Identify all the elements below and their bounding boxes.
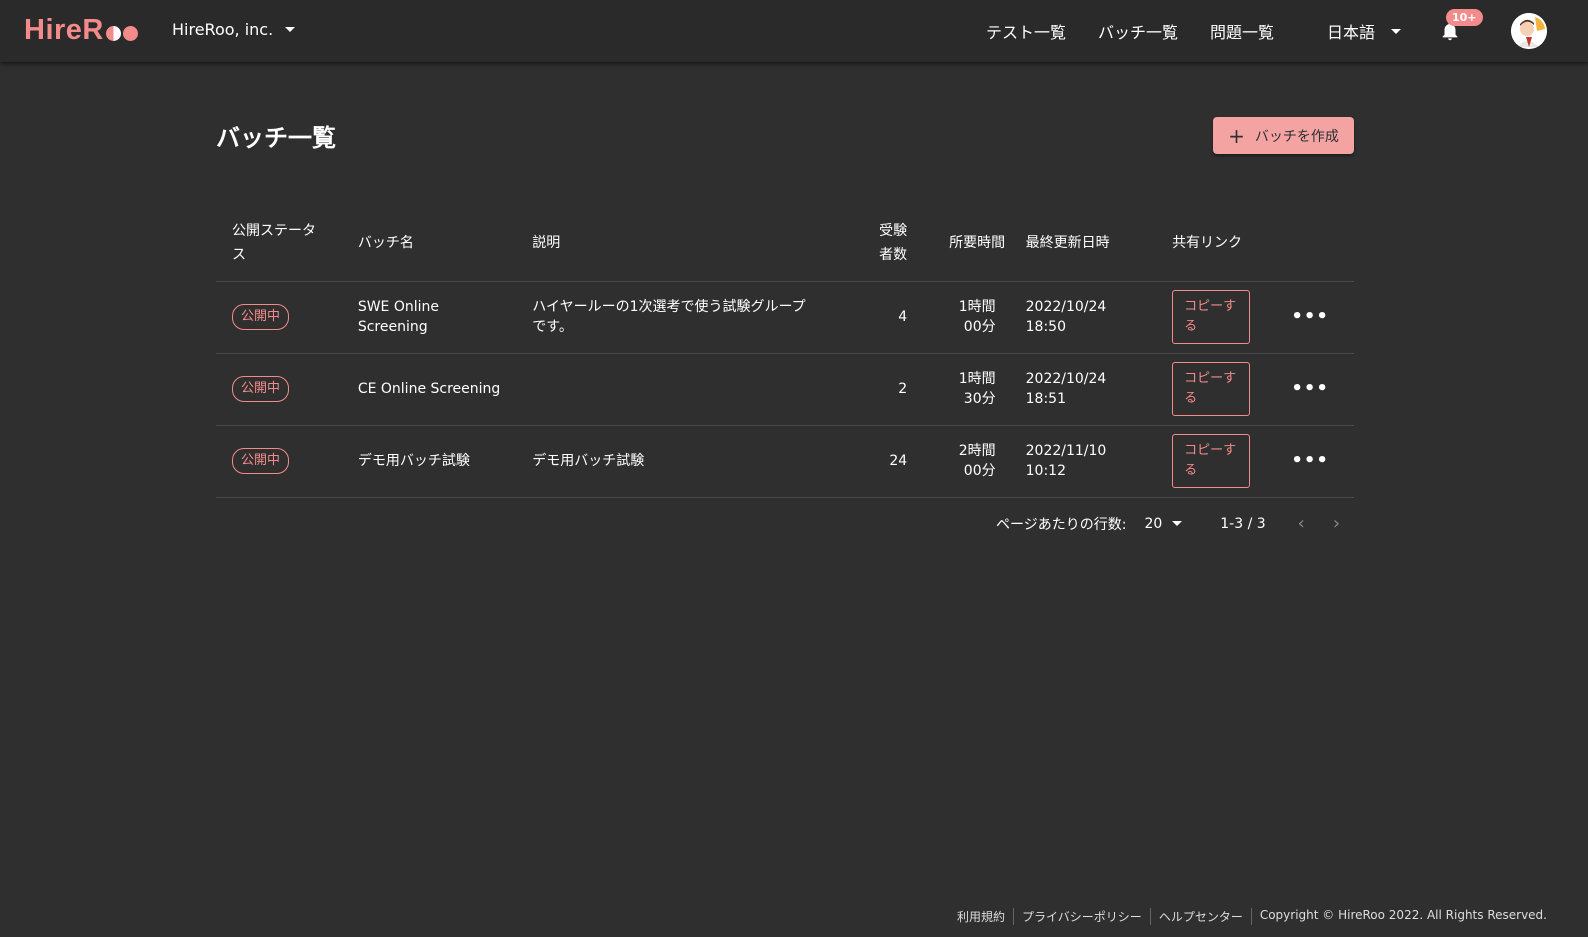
more-options-icon[interactable]: ••• (1266, 353, 1354, 426)
copy-link-button[interactable]: コピーする (1172, 362, 1251, 416)
chevron-down-icon (1391, 28, 1402, 34)
candidate-count: 4 (821, 281, 924, 354)
app-bar: HireR HireRoo, inc. テスト一覧 バッチ一覧 問題一覧 日本語… (0, 0, 1588, 62)
column-header-duration[interactable]: 所要時間 (923, 206, 1010, 282)
table-row[interactable]: 公開中 CE Online Screening 2 1時間 30分 2022/1… (216, 353, 1354, 426)
updated-at: 2022/10/24 18:50 (1009, 281, 1153, 354)
chevron-down-icon (1172, 521, 1183, 526)
chevron-left-icon[interactable]: ‹ (1298, 513, 1305, 534)
duration: 2時間 00分 (923, 425, 1010, 498)
create-batch-button[interactable]: + バッチを作成 (1213, 117, 1354, 154)
nav-tests[interactable]: テスト一覧 (986, 19, 1066, 43)
status-badge: 公開中 (232, 304, 290, 330)
create-batch-label: バッチを作成 (1254, 128, 1339, 145)
batch-name[interactable]: SWE Online Screening (341, 281, 517, 354)
column-header-name[interactable]: バッチ名 (341, 206, 517, 282)
logo[interactable]: HireR (24, 14, 138, 47)
nav-batches[interactable]: バッチ一覧 (1098, 19, 1178, 43)
batch-description (516, 353, 822, 426)
avatar-illustration-icon (1511, 13, 1547, 49)
column-header-description: 説明 (516, 206, 822, 282)
language-label: 日本語 (1327, 23, 1376, 42)
copyright: Copyright © HireRoo 2022. All Rights Res… (1250, 908, 1555, 925)
terms-link[interactable]: 利用規約 (949, 908, 1013, 925)
pagination: ページあたりの行数: 20 1-3 / 3 ‹ › (996, 513, 1340, 534)
batch-table: 公開ステータス バッチ名 説明 受験者数 所要時間 最終更新日時 共有リンク 公… (216, 206, 1354, 498)
batch-description: ハイヤールーの1次選考で使う試験グループです。 (516, 281, 822, 354)
chevron-down-icon (285, 27, 296, 32)
batch-description: デモ用バッチ試験 (516, 425, 822, 498)
table-row[interactable]: 公開中 SWE Online Screening ハイヤールーの1次選考で使う試… (216, 281, 1354, 354)
avatar[interactable] (1511, 13, 1547, 49)
more-options-icon[interactable]: ••• (1266, 425, 1354, 498)
org-name: HireRoo, inc. (172, 20, 274, 39)
column-header-status[interactable]: 公開ステータス (216, 206, 342, 282)
candidate-count: 2 (821, 353, 924, 426)
updated-at: 2022/11/10 10:12 (1009, 425, 1153, 498)
page-title: バッチ一覧 (216, 124, 336, 152)
notification-badge: 10+ (1446, 9, 1483, 26)
column-header-share: 共有リンク (1152, 206, 1267, 282)
duration: 1時間 30分 (923, 353, 1010, 426)
status-badge: 公開中 (232, 448, 290, 474)
chevron-right-icon[interactable]: › (1333, 513, 1340, 534)
main-nav: テスト一覧 バッチ一覧 問題一覧 (986, 19, 1274, 43)
copy-link-button[interactable]: コピーする (1172, 434, 1251, 488)
logo-text: HireR (24, 14, 104, 46)
rows-per-page-value: 20 (1144, 515, 1163, 532)
status-badge: 公開中 (232, 376, 290, 402)
rows-per-page-select[interactable]: 20 (1144, 515, 1183, 532)
page-range: 1-3 / 3 (1220, 515, 1266, 532)
logo-ball-icon (122, 26, 138, 41)
more-options-icon[interactable]: ••• (1266, 281, 1354, 354)
plus-icon: + (1228, 123, 1245, 148)
duration: 1時間 00分 (923, 281, 1010, 354)
column-header-actions (1266, 206, 1354, 282)
help-link[interactable]: ヘルプセンター (1149, 908, 1251, 925)
copy-link-button[interactable]: コピーする (1172, 290, 1251, 344)
privacy-link[interactable]: プライバシーポリシー (1013, 908, 1150, 925)
footer: 利用規約 プライバシーポリシー ヘルプセンター Copyright © Hire… (949, 908, 1555, 925)
language-selector[interactable]: 日本語 (1327, 19, 1402, 43)
nav-questions[interactable]: 問題一覧 (1210, 19, 1274, 43)
org-selector[interactable]: HireRoo, inc. (172, 20, 296, 39)
batch-name[interactable]: CE Online Screening (341, 353, 517, 426)
logo-ball-icon (105, 26, 121, 41)
table-row[interactable]: 公開中 デモ用バッチ試験 デモ用バッチ試験 24 2時間 00分 2022/11… (216, 425, 1354, 498)
column-header-updated[interactable]: 最終更新日時 (1009, 206, 1153, 282)
batch-name[interactable]: デモ用バッチ試験 (341, 425, 517, 498)
updated-at: 2022/10/24 18:51 (1009, 353, 1153, 426)
rows-per-page-label: ページあたりの行数: (996, 516, 1127, 533)
candidate-count: 24 (821, 425, 924, 498)
table-header-row: 公開ステータス バッチ名 説明 受験者数 所要時間 最終更新日時 共有リンク (216, 206, 1354, 282)
column-header-candidates[interactable]: 受験者数 (821, 206, 924, 282)
